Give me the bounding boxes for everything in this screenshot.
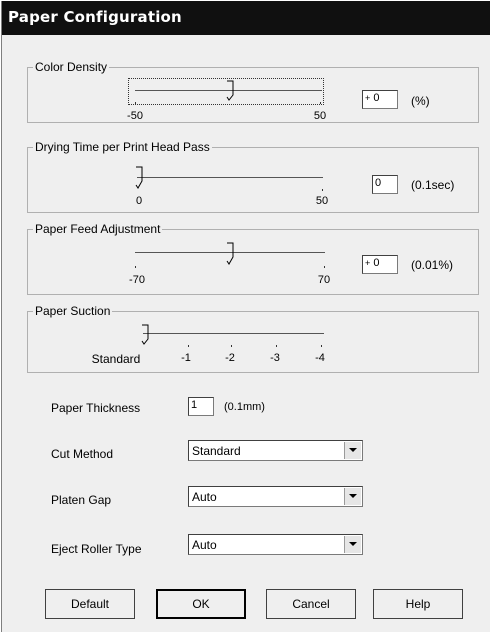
- paper-suction-thumb[interactable]: [141, 324, 151, 346]
- color-density-label: Color Density: [33, 60, 110, 74]
- platen-gap-value: Auto: [192, 490, 217, 504]
- paper-thickness-input[interactable]: 1: [188, 397, 214, 416]
- tick-mark: [276, 345, 277, 347]
- tick-mark: [188, 345, 189, 347]
- drying-time-thumb[interactable]: [135, 166, 145, 190]
- title-bar[interactable]: Paper Configuration: [2, 1, 490, 35]
- drying-time-input[interactable]: 0: [372, 175, 398, 194]
- color-density-max-label: 50: [313, 110, 327, 122]
- color-density-min-label: -50: [127, 110, 143, 122]
- paper-configuration-dialog: Paper Configuration Color Density -50 50…: [1, 1, 490, 632]
- dropdown-button[interactable]: [344, 488, 361, 505]
- paper-feed-min-label: -70: [129, 274, 145, 286]
- color-density-value: 0: [373, 92, 380, 104]
- paper-thickness-label: Paper Thickness: [51, 401, 141, 415]
- drying-time-min-label: 0: [135, 195, 143, 207]
- cut-method-label: Cut Method: [51, 447, 114, 461]
- chevron-down-icon: [349, 494, 357, 498]
- drying-time-max-label: 50: [315, 195, 329, 207]
- paper-feed-value: 0: [373, 257, 380, 269]
- tick-mark: [135, 102, 136, 104]
- tick-mark: [135, 266, 136, 268]
- plus-icon: +: [365, 258, 371, 268]
- eject-roller-label: Eject Roller Type: [51, 542, 142, 556]
- platen-gap-select[interactable]: Auto: [188, 486, 363, 507]
- eject-roller-value: Auto: [192, 538, 217, 552]
- paper-feed-group: Paper Feed Adjustment -70 70 + 0 (0.01%): [27, 222, 479, 295]
- paper-feed-label: Paper Feed Adjustment: [33, 222, 163, 236]
- dropdown-button[interactable]: [344, 536, 361, 553]
- paper-thickness-value: 1: [191, 399, 198, 411]
- plus-icon: +: [365, 93, 371, 103]
- chevron-down-icon: [349, 542, 357, 546]
- drying-time-track[interactable]: [137, 177, 323, 178]
- cut-method-select[interactable]: Standard: [188, 440, 363, 461]
- paper-thickness-unit: (0.1mm): [224, 401, 265, 413]
- suction-tick-label: -4: [315, 352, 325, 364]
- paper-feed-thumb[interactable]: [226, 242, 236, 266]
- ok-button[interactable]: OK: [156, 589, 246, 619]
- tick-mark: [231, 345, 232, 347]
- paper-feed-input[interactable]: + 0: [362, 255, 398, 274]
- default-button[interactable]: Default: [45, 589, 135, 619]
- paper-suction-track[interactable]: [143, 333, 324, 334]
- drying-time-group: Drying Time per Print Head Pass 0 50 0 (…: [27, 140, 479, 213]
- tick-mark: [321, 345, 322, 347]
- cut-method-value: Standard: [192, 444, 241, 458]
- paper-feed-unit: (0.01%): [411, 258, 454, 272]
- drying-time-unit: (0.1sec): [411, 178, 455, 192]
- cancel-button[interactable]: Cancel: [266, 589, 356, 619]
- chevron-down-icon: [349, 448, 357, 452]
- drying-time-label: Drying Time per Print Head Pass: [33, 140, 212, 154]
- dropdown-button[interactable]: [344, 442, 361, 459]
- help-button[interactable]: Help: [373, 589, 463, 619]
- tick-mark: [320, 102, 321, 104]
- color-density-thumb[interactable]: [226, 80, 236, 102]
- suction-tick-label: Standard: [91, 352, 141, 366]
- color-density-unit: (%): [411, 94, 430, 108]
- color-density-input[interactable]: + 0: [362, 90, 398, 109]
- paper-suction-group: Paper Suction Standard -1 -2 -3 -4: [27, 304, 479, 373]
- tick-mark: [322, 189, 323, 191]
- eject-roller-select[interactable]: Auto: [188, 534, 363, 555]
- window-title: Paper Configuration: [8, 8, 182, 26]
- drying-time-value: 0: [375, 177, 382, 189]
- color-density-group: Color Density -50 50 + 0 (%): [27, 60, 479, 123]
- tick-mark: [324, 266, 325, 268]
- paper-suction-label: Paper Suction: [33, 304, 113, 318]
- platen-gap-label: Platen Gap: [51, 493, 112, 507]
- paper-feed-max-label: 70: [317, 274, 331, 286]
